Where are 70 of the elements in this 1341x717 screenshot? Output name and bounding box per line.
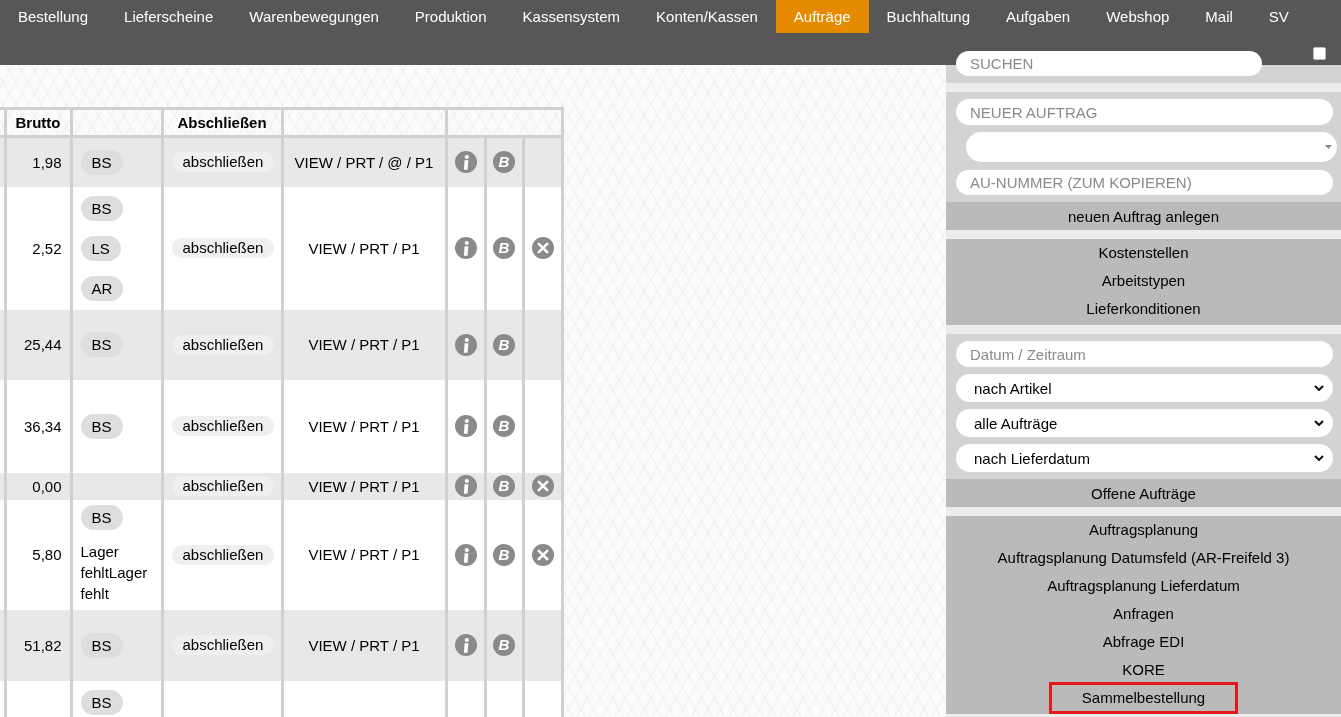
nav-tab[interactable]: Aufgaben bbox=[988, 0, 1089, 33]
menu-link[interactable]: Anfragen bbox=[1107, 602, 1180, 626]
info-icon[interactable] bbox=[454, 415, 477, 437]
complete-button[interactable]: abschließen bbox=[171, 476, 275, 496]
dropdown[interactable]: alle Aufträge bbox=[956, 409, 1333, 437]
doc-tag[interactable]: BS bbox=[80, 195, 123, 221]
dropdown[interactable]: nach Artikel bbox=[956, 374, 1333, 402]
document-links[interactable]: VIEW / PRT / P1 bbox=[308, 546, 420, 563]
complete-button[interactable]: abschließen bbox=[171, 334, 275, 355]
document-links[interactable]: VIEW / PRT / P1 bbox=[308, 336, 420, 353]
input-field[interactable]: NEUER AUFTRAG bbox=[956, 99, 1333, 125]
x-circle-icon[interactable] bbox=[531, 237, 554, 259]
nav-tab[interactable]: Bestellung bbox=[0, 0, 107, 33]
menu-link[interactable]: Auftragsplanung bbox=[1082, 518, 1205, 542]
doc-tag[interactable]: BS bbox=[80, 505, 123, 530]
info-icon[interactable] bbox=[454, 333, 477, 356]
nav-tab[interactable]: SV bbox=[1250, 0, 1307, 33]
menu-link[interactable]: Kostenstellen bbox=[1092, 241, 1195, 265]
doc-tag[interactable]: BS bbox=[80, 413, 123, 439]
document-links[interactable]: VIEW / PRT / P1 bbox=[308, 239, 420, 257]
action-button[interactable]: Offene Aufträge bbox=[946, 479, 1341, 507]
nav-tab[interactable]: Webshop bbox=[1088, 0, 1188, 33]
doc-tag[interactable]: BS bbox=[80, 332, 123, 357]
search-field[interactable]: SUCHEN bbox=[956, 51, 1262, 76]
menu-link[interactable]: Auftragsplanung Lieferdatum bbox=[1041, 574, 1246, 598]
nav-tab[interactable]: Warenbewegungen bbox=[231, 0, 397, 33]
doc-tag[interactable]: BS bbox=[80, 149, 123, 175]
complete-button[interactable]: abschließen bbox=[171, 238, 275, 258]
note-text: Lager fehltLager fehlt bbox=[80, 542, 149, 604]
info-icon[interactable] bbox=[454, 543, 477, 566]
nav-tab[interactable]: Buchhaltung bbox=[868, 0, 988, 33]
document-links[interactable]: VIEW / PRT / P1 bbox=[308, 477, 420, 495]
column-header: Abschließen bbox=[162, 108, 282, 137]
action-button[interactable]: neuen Auftrag anlegen bbox=[946, 202, 1341, 230]
chevron-down-icon bbox=[1314, 420, 1324, 426]
document-links[interactable]: VIEW / PRT / @ / P1 bbox=[294, 153, 434, 171]
checkbox[interactable] bbox=[1313, 47, 1326, 60]
complete-button[interactable]: abschließen bbox=[171, 152, 275, 173]
info-icon[interactable] bbox=[454, 237, 477, 259]
input-field[interactable]: Datum / Zeitraum bbox=[956, 341, 1333, 367]
menu-link[interactable]: Auftragsplanung Datumsfeld (AR-Freifeld 3) bbox=[991, 546, 1296, 570]
triangle-down-icon bbox=[1325, 145, 1332, 149]
nav-tab[interactable]: Produktion bbox=[396, 0, 505, 33]
input-field[interactable]: AU-NUMMER (ZUM KOPIEREN) bbox=[956, 170, 1333, 195]
nav-tab[interactable]: Mail bbox=[1187, 0, 1251, 33]
doc-tag[interactable]: BS bbox=[80, 632, 123, 658]
menu-link[interactable]: Abfrage EDI bbox=[1096, 630, 1191, 654]
x-circle-icon[interactable] bbox=[531, 543, 554, 566]
chevron-down-icon bbox=[1314, 455, 1324, 461]
complete-button[interactable]: abschließen bbox=[171, 416, 275, 436]
menu-link[interactable]: KORE bbox=[1116, 658, 1171, 682]
info-icon[interactable] bbox=[454, 151, 477, 174]
menu-link[interactable]: Sammelbestellung bbox=[1048, 682, 1239, 714]
dropdown[interactable]: nach Lieferdatum bbox=[956, 444, 1333, 472]
nav-tab[interactable]: Konten/Kassen bbox=[638, 0, 776, 33]
complete-button[interactable]: abschließen bbox=[171, 635, 275, 655]
x-circle-icon[interactable] bbox=[531, 475, 554, 497]
document-links[interactable]: VIEW / PRT / P1 bbox=[308, 636, 420, 654]
info-icon[interactable] bbox=[454, 475, 477, 497]
document-links[interactable]: VIEW / PRT / P1 bbox=[308, 417, 420, 435]
chevron-down-icon bbox=[1314, 385, 1324, 391]
doc-tag[interactable]: LS bbox=[80, 235, 121, 261]
doc-tag[interactable]: AR bbox=[80, 275, 124, 301]
nav-tab[interactable]: Lieferscheine bbox=[106, 0, 232, 33]
menu-link[interactable]: Lieferkonditionen bbox=[1080, 297, 1207, 321]
nav-tab[interactable]: Kassensystem bbox=[504, 0, 639, 33]
info-icon[interactable] bbox=[454, 634, 477, 656]
menu-link[interactable]: Arbeitstypen bbox=[1095, 269, 1192, 293]
doc-tag[interactable]: BS bbox=[80, 690, 123, 715]
complete-button[interactable]: abschließen bbox=[171, 544, 275, 565]
